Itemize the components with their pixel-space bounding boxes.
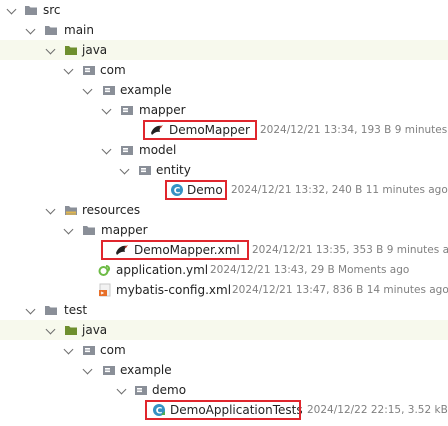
package-icon [120,103,134,117]
tree-row-test-demo[interactable]: demo [0,380,448,400]
tree-row-main-java[interactable]: java [0,40,448,60]
tree-label: mapper [101,223,148,237]
tree-label: src [43,3,61,17]
tree-label: model [139,143,177,157]
tree-row-entity[interactable]: entity [0,160,448,180]
tree-label: main [64,23,94,37]
tree-label: demo [152,383,187,397]
file-meta: 2024/12/22 22:15, 3.52 kB [307,404,448,416]
package-icon [120,143,134,157]
file-meta: 2024/12/21 13:34, 193 B 9 minutes a [260,124,448,136]
chevron-down-icon[interactable] [82,364,93,375]
tree-row-application-yml[interactable]: application.yml 2024/12/21 13:43, 29 B M… [0,260,448,280]
highlight-box [145,400,301,420]
tree-row-test-com[interactable]: com [0,340,448,360]
tree-label: com [100,63,126,77]
folder-icon [24,3,38,17]
yaml-icon [98,263,112,277]
package-icon [82,63,96,77]
tree-row-main-example[interactable]: example [0,80,448,100]
tree-label: mybatis-config.xml [116,283,232,297]
resources-folder-icon [64,203,78,217]
chevron-down-icon[interactable] [6,4,17,15]
tree-row-mybatis-config[interactable]: mybatis-config.xml 2024/12/21 13:47, 836… [0,280,448,300]
chevron-down-icon[interactable] [63,344,74,355]
chevron-down-icon[interactable] [119,164,130,175]
chevron-down-icon[interactable] [63,224,74,235]
tree-row-main-com[interactable]: com [0,60,448,80]
tree-row-test-example[interactable]: example [0,360,448,380]
tree-label: com [100,343,126,357]
tree-label: test [64,303,88,317]
file-meta: 2024/12/21 13:47, 836 B 14 minutes ago [232,284,448,296]
file-meta: 2024/12/21 13:32, 240 B 11 minutes ago [231,184,448,196]
tree-label: resources [82,203,141,217]
tree-label: java [82,43,108,57]
chevron-down-icon[interactable] [101,104,112,115]
tree-label: example [120,363,172,377]
tree-label: java [82,323,108,337]
chevron-down-icon[interactable] [82,84,93,95]
folder-icon [82,223,96,237]
package-icon [102,363,116,377]
package-icon [82,343,96,357]
chevron-down-icon[interactable] [25,24,36,35]
xml-config-icon [98,283,112,297]
tree-label: example [120,83,172,97]
file-meta: 2024/12/21 13:35, 353 B 9 minutes ago [252,244,448,256]
tree-row-resources[interactable]: resources [0,200,448,220]
package-icon [138,163,152,177]
chevron-down-icon[interactable] [45,204,56,215]
tree-row-mapper-package[interactable]: mapper [0,100,448,120]
source-folder-icon [64,323,78,337]
chevron-down-icon[interactable] [25,304,36,315]
source-folder-icon [64,43,78,57]
chevron-down-icon[interactable] [63,64,74,75]
folder-icon [44,303,58,317]
highlight-box [143,120,257,140]
tree-label: entity [156,163,191,177]
tree-row-src[interactable]: src [0,0,448,20]
highlight-box [165,180,227,200]
tree-row-test-java[interactable]: java [0,320,448,340]
tree-row-main[interactable]: main [0,20,448,40]
tree-label: application.yml [116,263,209,277]
tree-row-model[interactable]: model [0,140,448,160]
package-icon [134,383,148,397]
package-icon [102,83,116,97]
chevron-down-icon[interactable] [116,384,127,395]
tree-row-test[interactable]: test [0,300,448,320]
folder-icon [44,23,58,37]
file-meta: 2024/12/21 13:43, 29 B Moments ago [210,264,410,276]
highlight-box [101,240,249,260]
tree-row-resources-mapper[interactable]: mapper [0,220,448,240]
chevron-down-icon[interactable] [45,44,56,55]
chevron-down-icon[interactable] [45,324,56,335]
tree-label: mapper [139,103,186,117]
chevron-down-icon[interactable] [101,144,112,155]
